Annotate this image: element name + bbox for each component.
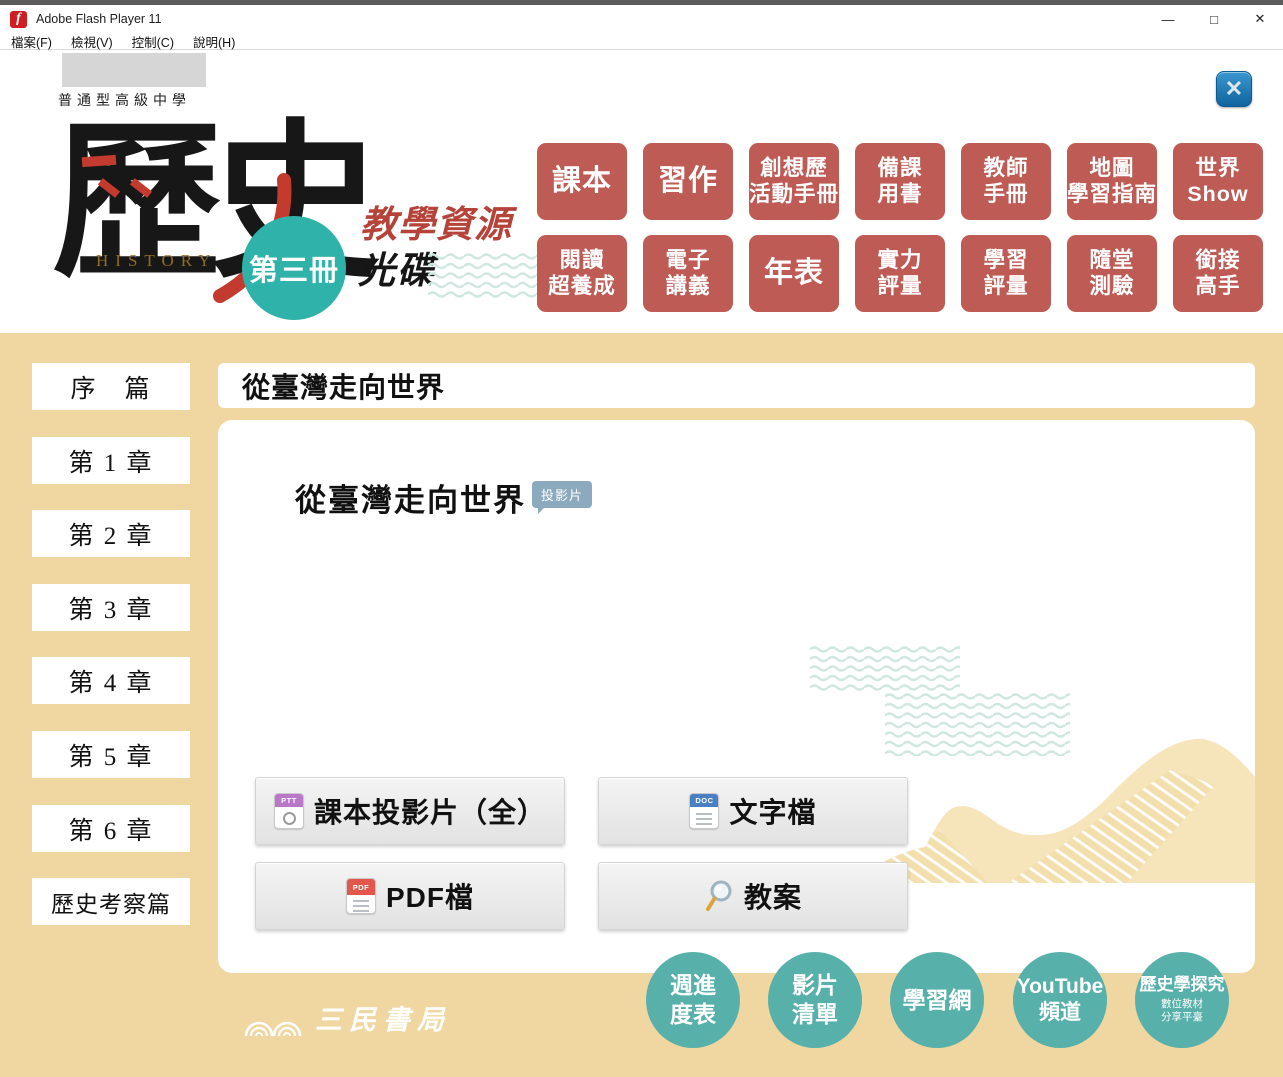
volume-badge: 第三冊 (242, 216, 346, 320)
learning-web-circle[interactable]: 學習網 (890, 952, 984, 1048)
resource-button-timeline[interactable]: 年表 (749, 235, 839, 312)
sidebar-item-chapter5[interactable]: 第 5 章 (32, 731, 190, 778)
lesson-plan-label: 教案 (744, 876, 802, 916)
resource-button-teacher-manual[interactable]: 教師 手冊 (961, 143, 1051, 220)
youtube-channel-circle[interactable]: YouTube 頻道 (1013, 952, 1107, 1048)
resource-button-learning-test[interactable]: 學習 評量 (961, 235, 1051, 312)
flash-app-icon: f (10, 11, 27, 28)
slides-all-button[interactable]: PTT 課本投影片（全） (255, 777, 565, 845)
close-app-button[interactable]: ✕ (1216, 71, 1252, 107)
menu-help[interactable]: 說明(H) (190, 32, 238, 51)
sidebar-item-chapter4[interactable]: 第 4 章 (32, 657, 190, 704)
content-panel: 從臺灣走向世界 投影片 (218, 420, 1255, 973)
menu-view[interactable]: 檢視(V) (68, 32, 116, 51)
resource-button-world-show[interactable]: 世界 Show (1173, 143, 1263, 220)
sidebar-item-chapter6[interactable]: 第 6 章 (32, 805, 190, 852)
resource-button-reading[interactable]: 閱讀 超養成 (537, 235, 627, 312)
publisher-brand: 三民書局 (243, 998, 451, 1037)
wave-decoration-1 (810, 645, 960, 692)
section-header-title: 從臺灣走向世界 (242, 366, 445, 406)
sidebar-item-chapter2[interactable]: 第 2 章 (32, 510, 190, 557)
resource-button-textbook[interactable]: 課本 (537, 143, 627, 220)
resource-button-e-lecture[interactable]: 電子 講義 (643, 235, 733, 312)
school-type-label: 普通型高級中學 (58, 90, 218, 110)
history-inquiry-circle[interactable]: 歷史學探究 數位教材 分享平臺 (1135, 952, 1229, 1048)
pdf-file-button[interactable]: PDF PDF檔 (255, 862, 565, 930)
sidebar-item-chapter1[interactable]: 第 1 章 (32, 437, 190, 484)
publisher-brand-name: 三民書局 (315, 998, 451, 1037)
magnifier-icon (704, 878, 734, 914)
window-controls: — □ ✕ (1145, 5, 1283, 33)
text-file-button[interactable]: DOC 文字檔 (598, 777, 908, 845)
publisher-logo-placeholder (62, 53, 206, 87)
close-window-button[interactable]: ✕ (1237, 5, 1283, 33)
pdf-file-label: PDF檔 (386, 876, 474, 916)
resource-button-activity-manual[interactable]: 創想歷 活動手冊 (749, 143, 839, 220)
menu-control[interactable]: 控制(C) (129, 32, 177, 51)
resource-button-lesson-prep[interactable]: 備課 用書 (855, 143, 945, 220)
menu-file[interactable]: 檔案(F) (8, 32, 55, 51)
resource-button-ability-test[interactable]: 實力 評量 (855, 235, 945, 312)
pdf-file-icon: PDF (346, 878, 376, 914)
resource-button-workbook[interactable]: 習作 (643, 143, 733, 220)
slides-badge: 投影片 (532, 481, 592, 508)
sidebar-item-field-study[interactable]: 歷史考察篇 (32, 878, 190, 925)
wave-decoration-small (428, 252, 540, 298)
slides-all-label: 課本投影片（全） (314, 791, 546, 831)
section-header: 從臺灣走向世界 (218, 363, 1255, 408)
sidebar-item-chapter3[interactable]: 第 3 章 (32, 584, 190, 631)
ppt-file-icon: PTT (274, 793, 304, 829)
title-bar: f Adobe Flash Player 11 — □ ✕ (0, 5, 1283, 33)
text-file-label: 文字檔 (729, 791, 816, 831)
flash-player-window: f Adobe Flash Player 11 — □ ✕ 檔案(F) 檢視(V… (0, 0, 1283, 1077)
sidebar-item-preface[interactable]: 序 篇 (32, 363, 190, 410)
minimize-button[interactable]: — (1145, 5, 1191, 33)
tagline-disc: 光碟 (358, 240, 436, 294)
video-list-circle[interactable]: 影片 清單 (768, 952, 862, 1048)
lesson-plan-button[interactable]: 教案 (598, 862, 908, 930)
resource-button-quiz[interactable]: 隨堂 測驗 (1067, 235, 1157, 312)
logo-history-caption: HISTORY (96, 251, 217, 271)
weekly-schedule-circle[interactable]: 週進 度表 (646, 952, 740, 1048)
menu-bar: 檔案(F) 檢視(V) 控制(C) 說明(H) (0, 33, 1283, 50)
maximize-button[interactable]: □ (1191, 5, 1237, 33)
window-title: Adobe Flash Player 11 (36, 12, 162, 26)
doc-file-icon: DOC (689, 793, 719, 829)
resource-button-bridge-master[interactable]: 銜接 高手 (1173, 235, 1263, 312)
page-title: 從臺灣走向世界 (295, 475, 526, 520)
sanmin-arches-icon (243, 1003, 305, 1037)
resource-button-map-guide[interactable]: 地圖 學習指南 (1067, 143, 1157, 220)
